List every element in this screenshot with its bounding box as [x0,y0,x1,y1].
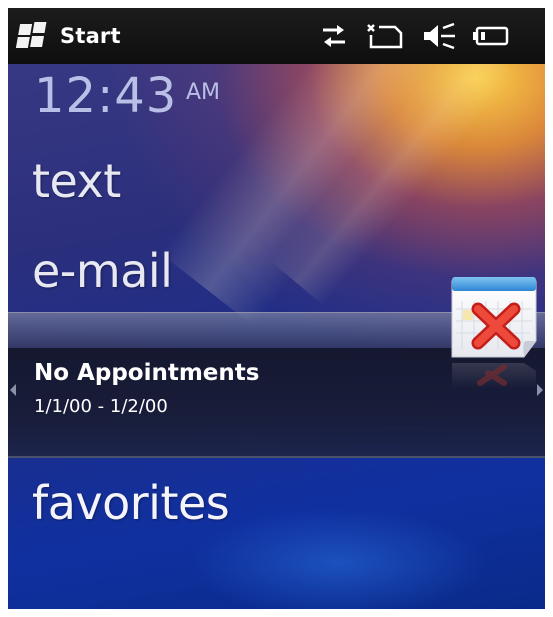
appointments-date-range: 1/1/00 - 1/2/00 [34,396,168,417]
clock-time[interactable]: 12:43 [34,68,177,124]
background-glow [188,508,488,609]
previous-arrow-icon[interactable] [10,384,16,396]
connectivity-arrows-icon[interactable] [319,22,349,50]
background-light-beam [269,30,517,306]
clock-period: AM [186,80,221,105]
windows-logo-icon [14,22,49,50]
battery-icon[interactable] [473,25,509,47]
no-sim-icon[interactable] [365,21,405,51]
start-label: Start [60,24,121,48]
appointments-title: No Appointments [34,360,260,386]
speaker-muted-icon[interactable] [421,21,457,51]
text-messages-item[interactable]: text [32,154,121,208]
calendar-error-icon [448,271,540,403]
status-bar: Start [8,8,545,64]
favorites-item[interactable]: favorites [32,476,230,530]
start-button[interactable]: Start [14,16,121,56]
today-screen: Start 12:43 AM text e-mail No Appointmen… [8,8,545,609]
status-icons [303,18,509,54]
email-item[interactable]: e-mail [32,244,173,298]
